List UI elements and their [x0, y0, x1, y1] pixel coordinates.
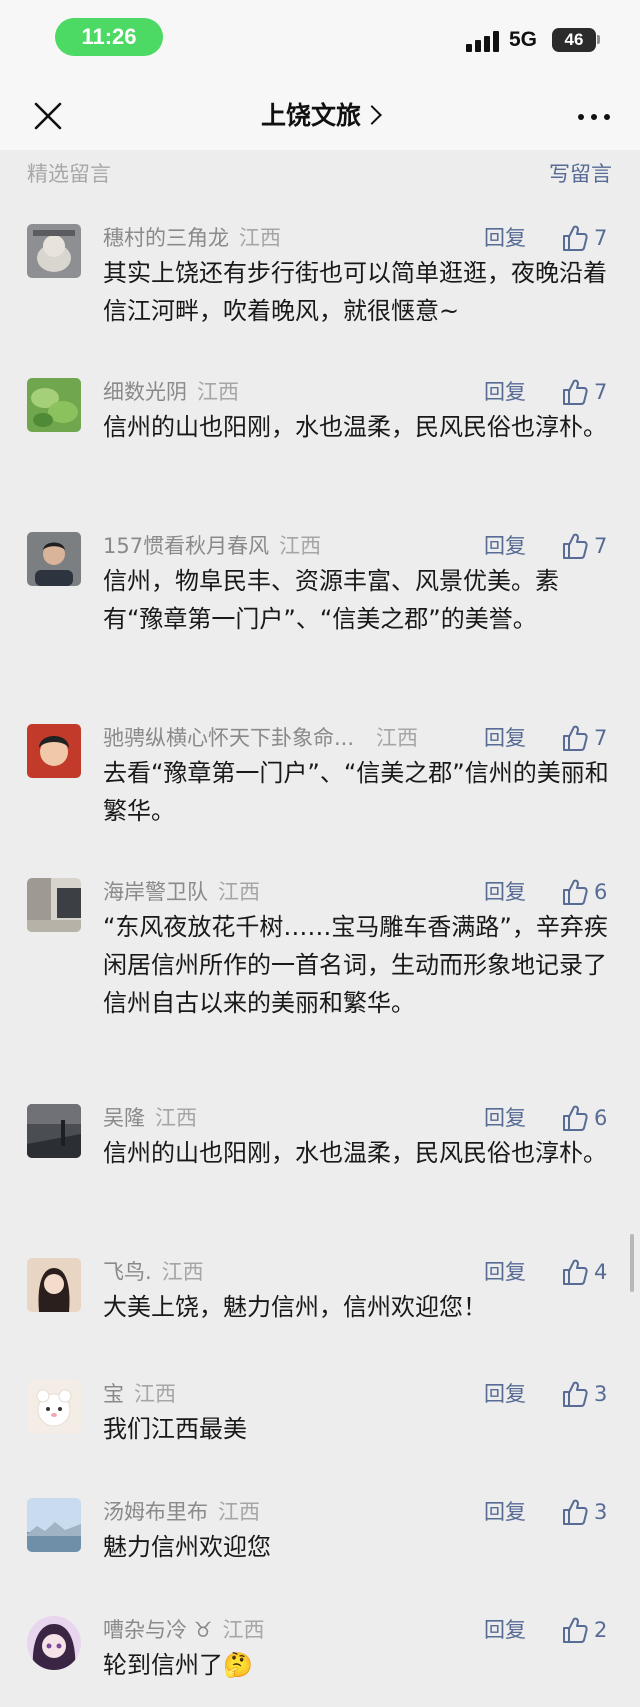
thumbs-up-icon[interactable]	[562, 532, 588, 560]
reply-button[interactable]: 回复	[484, 878, 526, 906]
status-bar: 11:26 5G 46	[0, 0, 640, 82]
reply-button[interactable]: 回复	[484, 532, 526, 560]
avatar[interactable]	[27, 1380, 81, 1434]
thumbs-up-icon[interactable]	[562, 1104, 588, 1132]
commenter-name[interactable]: 细数光阴 江西	[103, 378, 239, 406]
nav-bar: 上饶文旅	[0, 82, 640, 150]
featured-comments-label: 精选留言	[27, 162, 111, 186]
status-time: 11:26	[55, 18, 163, 56]
reply-button[interactable]: 回复	[484, 724, 526, 752]
commenter-name[interactable]: 驰骋纵横心怀天下卦象命... 江西	[103, 724, 418, 752]
thumbs-up-icon[interactable]	[562, 1498, 588, 1526]
commenter-region: 江西	[239, 226, 281, 250]
scrollbar[interactable]	[630, 1234, 634, 1292]
like-count: 7	[594, 226, 608, 250]
commenter-name[interactable]: 海岸警卫队 江西	[103, 878, 260, 906]
reply-button[interactable]: 回复	[484, 1258, 526, 1286]
network-type: 5G	[509, 28, 538, 51]
commenter-name[interactable]: 157惯看秋月春风 江西	[103, 532, 321, 560]
commenter-name[interactable]: 穗村的三角龙 江西	[103, 224, 281, 252]
avatar[interactable]	[27, 878, 81, 932]
like-count: 6	[594, 1106, 608, 1130]
write-comment-button[interactable]: 写留言	[549, 158, 612, 188]
thumbs-up-icon[interactable]	[562, 1258, 588, 1286]
avatar[interactable]	[27, 532, 81, 586]
like-count: 3	[594, 1500, 608, 1524]
commenter-region: 江西	[134, 1382, 176, 1406]
avatar[interactable]	[27, 1258, 81, 1312]
chevron-right-icon	[362, 105, 382, 125]
avatar[interactable]	[27, 224, 81, 278]
reply-button[interactable]: 回复	[484, 1498, 526, 1526]
comment-text: 轮到信州了🤔	[103, 1651, 253, 1679]
comment-text: 其实上饶还有步行街也可以简单逛逛，夜晚沿着信江河畔，吹着晚风，就很惬意~	[103, 259, 607, 325]
reply-button[interactable]: 回复	[484, 1616, 526, 1644]
avatar[interactable]	[27, 1104, 81, 1158]
avatar[interactable]	[27, 724, 81, 778]
comments-section-header: 精选留言 写留言	[0, 150, 640, 194]
like-count: 7	[594, 534, 608, 558]
commenter-region: 江西	[279, 534, 322, 558]
commenter-region: 江西	[197, 380, 239, 404]
battery-nub	[597, 35, 600, 44]
avatar[interactable]	[27, 378, 81, 432]
more-button[interactable]	[574, 96, 614, 136]
account-title[interactable]: 上饶文旅	[0, 82, 640, 150]
like-count: 4	[594, 1260, 608, 1284]
reply-button[interactable]: 回复	[484, 1380, 526, 1408]
reply-button[interactable]: 回复	[484, 1104, 526, 1132]
like-count: 7	[594, 380, 608, 404]
commenter-name[interactable]: 宝江西	[103, 1380, 176, 1408]
reply-button[interactable]: 回复	[484, 224, 526, 252]
commenter-region: 江西	[222, 1618, 265, 1642]
comment-text: 大美上饶，魅力信州，信州欢迎您！	[103, 1293, 487, 1321]
thumbs-up-icon[interactable]	[562, 1380, 588, 1408]
avatar[interactable]	[27, 1616, 81, 1670]
commenter-name[interactable]: 飞鸟. 江西	[103, 1258, 204, 1286]
thumbs-up-icon[interactable]	[562, 878, 588, 906]
commenter-name[interactable]: 汤姆布里布 江西	[103, 1498, 260, 1526]
avatar[interactable]	[27, 1498, 81, 1552]
thumbs-up-icon[interactable]	[562, 1616, 588, 1644]
comment-text: 我们江西最美	[103, 1415, 247, 1443]
comment-text: “东风夜放花千树……宝马雕车香满路”，辛弃疾闲居信州所作的一首名词，生动而形象地…	[103, 913, 608, 1017]
thumbs-up-icon[interactable]	[562, 378, 588, 406]
comment-text: 信州的山也阳刚，水也温柔，民风民俗也淳朴。	[103, 413, 607, 441]
like-count: 2	[594, 1618, 608, 1642]
battery-icon: 46	[552, 28, 596, 52]
reply-button[interactable]: 回复	[484, 378, 526, 406]
like-count: 7	[594, 726, 608, 750]
commenter-region: 江西	[218, 1500, 260, 1524]
commenter-region: 江西	[155, 1106, 197, 1130]
account-name: 上饶文旅	[260, 101, 361, 130]
commenter-name[interactable]: 嘈杂与冷 ♉ 江西	[103, 1616, 265, 1644]
comment-text: 信州的山也阳刚，水也温柔，民风民俗也淳朴。	[103, 1139, 607, 1167]
thumbs-up-icon[interactable]	[562, 724, 588, 752]
like-count: 3	[594, 1382, 608, 1406]
commenter-region: 江西	[161, 1260, 204, 1284]
thumbs-up-icon[interactable]	[562, 224, 588, 252]
like-count: 6	[594, 880, 608, 904]
comment-text: 信州，物阜民丰、资源丰富、风景优美。素有“豫章第一门户”、“信美之郡”的美誉。	[103, 567, 559, 633]
commenter-region: 江西	[218, 880, 260, 904]
signal-icon	[466, 30, 502, 52]
comment-text: 去看“豫章第一门户”、“信美之郡”信州的美丽和繁华。	[103, 759, 609, 825]
commenter-region: 江西	[376, 726, 419, 750]
comment-text: 魅力信州欢迎您	[103, 1533, 271, 1561]
commenter-name[interactable]: 吴隆 江西	[103, 1104, 197, 1132]
